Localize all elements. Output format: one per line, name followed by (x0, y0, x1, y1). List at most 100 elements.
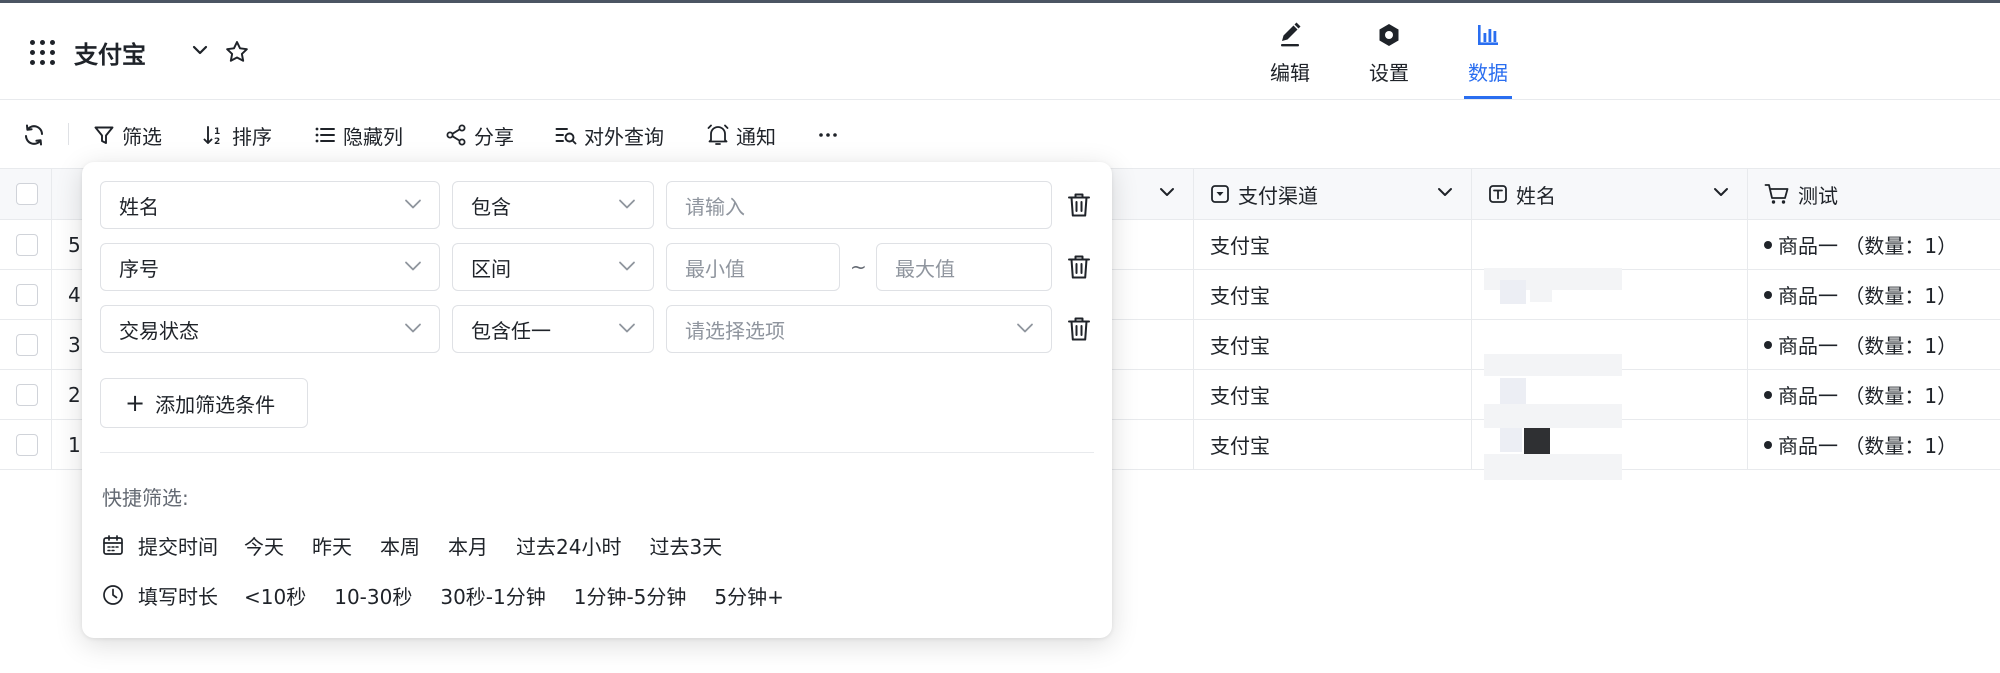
hide-columns-button[interactable]: 隐藏列 (313, 122, 403, 149)
trash-icon[interactable] (1066, 315, 1092, 343)
chevron-down-icon[interactable] (1711, 185, 1731, 199)
quick-option-5m-plus[interactable]: 5分钟+ (714, 581, 783, 610)
header-name[interactable]: 姓名 (1472, 169, 1748, 219)
quick-option-30s-1m[interactable]: 30秒-1分钟 (440, 581, 545, 610)
filter-field-select[interactable]: 交易状态 (100, 305, 440, 353)
chevron-down-icon[interactable] (190, 43, 210, 57)
row-goods-cell[interactable]: 商品一 （数量：1） (1748, 320, 2000, 369)
quick-filter-row-submit-time: 提交时间 今天 昨天 本周 本月 过去24小时 过去3天 (102, 530, 750, 560)
row-channel-cell[interactable]: 支付宝 (1194, 420, 1472, 469)
notify-button[interactable]: 通知 (706, 122, 776, 149)
filter-min-input[interactable]: 最小值 (666, 243, 840, 291)
chevron-down-icon (405, 199, 421, 209)
calendar-icon (103, 535, 123, 555)
row-checkbox[interactable] (16, 433, 38, 456)
quick-option-1-5m[interactable]: 1分钟-5分钟 (574, 581, 687, 610)
row-checkbox[interactable] (16, 233, 38, 256)
more-button[interactable] (816, 122, 846, 148)
share-button[interactable]: 分享 (444, 122, 514, 149)
tab-edit[interactable]: 编辑 (1250, 21, 1330, 101)
filter-max-input[interactable]: 最大值 (876, 243, 1052, 291)
filter-operator-select[interactable]: 包含任一 (452, 305, 654, 353)
external-query-label: 对外查询 (584, 124, 664, 149)
gear-icon (1379, 24, 1399, 46)
quick-option-last-3-days[interactable]: 过去3天 (649, 531, 722, 560)
tab-data-label: 数据 (1468, 61, 1508, 85)
toolbar: 筛选 1 2 排序 隐藏列 分享 对外查询 通知 (0, 100, 2000, 168)
list-icon (315, 127, 335, 143)
row-seq: 5 (68, 232, 81, 257)
quick-option-10-30s[interactable]: 10-30秒 (334, 581, 412, 610)
chevron-down-icon[interactable] (1157, 185, 1177, 199)
filter-field-value: 姓名 (119, 194, 159, 219)
filter-icon (94, 126, 114, 144)
sort-button[interactable]: 1 2 排序 (202, 122, 272, 149)
row-checkbox[interactable] (16, 283, 38, 306)
trash-icon[interactable] (1066, 253, 1092, 281)
row-channel-cell[interactable]: 支付宝 (1194, 220, 1472, 269)
app-title: 支付宝 (74, 41, 146, 69)
row-goods: 商品一 （数量：1） (1778, 334, 1958, 358)
filter-operator-value: 区间 (471, 256, 511, 281)
quick-filter-label: 提交时间 (138, 534, 218, 559)
cart-icon (1764, 184, 1789, 204)
chevron-down-icon (1017, 323, 1033, 333)
external-query-button[interactable]: 对外查询 (554, 122, 664, 149)
row-goods-cell[interactable]: 商品一 （数量：1） (1748, 420, 2000, 469)
quick-option-last-24h[interactable]: 过去24小时 (516, 531, 621, 560)
refresh-button[interactable] (22, 122, 52, 148)
select-all-checkbox[interactable] (16, 183, 38, 205)
quick-option-yesterday[interactable]: 昨天 (312, 531, 352, 560)
header-checkbox-cell (0, 169, 52, 219)
row-name-cell[interactable] (1472, 220, 1748, 269)
row-goods-cell[interactable]: 商品一 （数量：1） (1748, 220, 2000, 269)
quick-option-this-week[interactable]: 本周 (380, 531, 420, 560)
filter-options-select[interactable]: 请选择选项 (666, 305, 1052, 353)
quick-option-under-10s[interactable]: <10秒 (244, 581, 306, 610)
tab-data[interactable]: 数据 (1448, 21, 1528, 101)
app-header: 支付宝 编辑 设置 数据 (0, 3, 2000, 100)
row-goods: 商品一 （数量：1） (1778, 284, 1958, 308)
header-payment-channel-label: 支付渠道 (1238, 183, 1318, 208)
row-channel: 支付宝 (1210, 434, 1270, 458)
row-seq: 3 (68, 332, 81, 357)
quick-option-this-month[interactable]: 本月 (448, 531, 488, 560)
row-channel-cell[interactable]: 支付宝 (1194, 270, 1472, 319)
row-seq: 2 (68, 382, 81, 407)
filter-operator-select[interactable]: 区间 (452, 243, 654, 291)
quick-option-today[interactable]: 今天 (244, 531, 284, 560)
trash-icon[interactable] (1066, 191, 1092, 219)
filter-options-placeholder: 请选择选项 (685, 318, 785, 343)
filter-field-select[interactable]: 姓名 (100, 181, 440, 229)
active-tab-indicator (1464, 96, 1512, 99)
star-icon[interactable] (224, 39, 250, 65)
row-checkbox[interactable] (16, 383, 38, 406)
row-goods: 商品一 （数量：1） (1778, 384, 1958, 408)
filter-field-select[interactable]: 序号 (100, 243, 440, 291)
row-channel-cell[interactable]: 支付宝 (1194, 320, 1472, 369)
row-goods-cell[interactable]: 商品一 （数量：1） (1748, 370, 2000, 419)
svg-text:1: 1 (214, 127, 220, 137)
header-name-label: 姓名 (1516, 183, 1556, 208)
add-filter-button[interactable]: + 添加筛选条件 (100, 378, 308, 428)
redacted-name-block (1484, 354, 1622, 376)
row-channel: 支付宝 (1210, 284, 1270, 308)
bullet-dot (1764, 240, 1772, 249)
bullet-dot (1764, 290, 1772, 299)
tab-settings-label: 设置 (1369, 61, 1409, 85)
row-channel: 支付宝 (1210, 334, 1270, 358)
header-payment-channel[interactable]: 支付渠道 (1194, 169, 1472, 219)
filter-button[interactable]: 筛选 (92, 122, 162, 149)
filter-operator-select[interactable]: 包含 (452, 181, 654, 229)
app-grid-icon[interactable] (30, 40, 56, 66)
dropdown-field-icon (1211, 185, 1229, 203)
row-channel: 支付宝 (1210, 234, 1270, 258)
row-channel-cell[interactable]: 支付宝 (1194, 370, 1472, 419)
chevron-down-icon[interactable] (1435, 185, 1455, 199)
header-test[interactable]: 测试 (1748, 169, 2000, 219)
tab-settings[interactable]: 设置 (1349, 21, 1429, 101)
filter-value-input[interactable]: 请输入 (666, 181, 1052, 229)
row-goods-cell[interactable]: 商品一 （数量：1） (1748, 270, 2000, 319)
row-checkbox[interactable] (16, 333, 38, 356)
add-filter-label: 添加筛选条件 (155, 392, 276, 417)
